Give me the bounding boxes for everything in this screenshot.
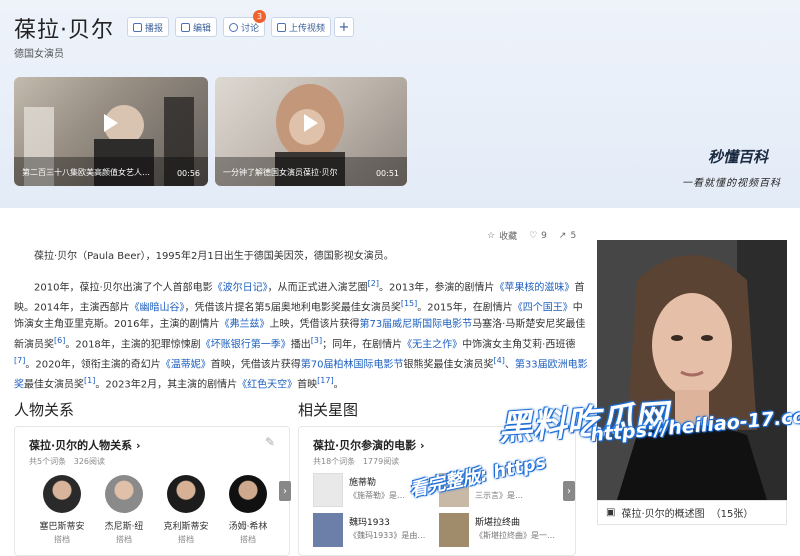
citation[interactable]: [7] (14, 356, 25, 365)
star-icon: ☆ (487, 230, 496, 241)
stars-card-meta: 共18个词条 1779阅读 (313, 457, 400, 466)
film-item[interactable]: 三示言》是… (439, 473, 559, 507)
video-card-2[interactable]: 一分钟了解德国女演员葆拉·贝尔 00:51 (215, 77, 407, 186)
profile-photo[interactable] (597, 240, 787, 500)
link-film[interactable]: 《温蒂妮》 (161, 359, 211, 370)
citation[interactable]: [2] (368, 279, 379, 288)
video-card-1[interactable]: 第二百三十八集欧美高颜值女艺人… 00:56 (14, 77, 208, 186)
avatar (167, 475, 205, 513)
link-film[interactable]: 《苹果核的滋味》 (494, 282, 574, 293)
edit-button[interactable]: 编辑 (175, 17, 218, 37)
person-item[interactable]: 杰尼斯·纽 搭档 (99, 475, 149, 545)
link-series[interactable]: 《坏账银行第一季》 (201, 339, 291, 350)
avatar (105, 475, 143, 513)
play-icon[interactable] (304, 113, 318, 132)
thumbs-up-icon: ♡ (529, 230, 538, 241)
share-icon: ↗ (558, 230, 567, 241)
link-film[interactable]: 《波尔日记》 (213, 282, 268, 293)
page-subtitle: 德国女演员 (14, 49, 64, 60)
relations-card-title[interactable]: 葆拉·贝尔的人物关系 › (29, 437, 141, 453)
person-item[interactable]: 克利斯蒂安 搭档 (161, 475, 211, 545)
stars-card-title[interactable]: 葆拉·贝尔参演的电影 › (313, 437, 425, 453)
stars-card: 葆拉·贝尔参演的电影 › 共18个词条 1779阅读 施蒂勒 《施蒂勒》是… 三… (298, 426, 576, 556)
link-film[interactable]: 《四个国王》 (513, 303, 573, 314)
citation[interactable]: [3] (311, 336, 322, 345)
next-arrow-button[interactable]: › (563, 481, 575, 501)
like-button[interactable]: ♡ 9 (529, 229, 547, 242)
share-button[interactable]: ↗ 5 (559, 229, 576, 242)
relations-card-meta: 共5个词条 326阅读 (29, 457, 106, 466)
film-item[interactable]: 斯堪拉终曲 《斯堪拉终曲》是一… (439, 513, 559, 547)
link-film[interactable]: 《红色天空》 (237, 380, 297, 391)
video-camera-icon (277, 22, 286, 32)
portrait-image (597, 240, 787, 500)
link-film[interactable]: 《无主之作》 (402, 339, 462, 350)
pencil-icon (181, 22, 190, 32)
discuss-count-badge: 3 (253, 10, 267, 23)
next-arrow-button[interactable]: › (279, 481, 291, 501)
relations-section-title: 人物关系 (14, 401, 75, 419)
edit-pencil-icon[interactable]: ✎ (265, 435, 275, 449)
link-film[interactable]: 《弗兰兹》 (219, 319, 269, 330)
film-poster (313, 513, 343, 547)
film-poster (439, 473, 469, 507)
broadcast-button[interactable]: 播报 (127, 17, 170, 37)
speaker-icon (133, 22, 142, 32)
video-duration-1: 00:56 (176, 169, 200, 178)
stars-section-title: 相关星图 (298, 401, 359, 419)
person-item[interactable]: 塞巴斯蒂安 搭档 (37, 475, 87, 545)
play-icon[interactable] (104, 113, 118, 132)
add-button[interactable]: + (334, 17, 354, 37)
intro-paragraph-2: 2010年，葆拉·贝尔出演了个人首部电影《波尔日记》，从而正式进入演艺圈[2]。… (14, 279, 588, 391)
avatar (229, 475, 267, 513)
discuss-button[interactable]: 讨论 3 (223, 10, 267, 37)
collect-button[interactable]: ☆ 收藏 (487, 229, 517, 243)
person-item[interactable]: 汤姆·希林 搭档 (223, 475, 273, 545)
image-gallery-icon: ▣ (606, 507, 616, 518)
film-poster (313, 473, 343, 507)
upload-video-button[interactable]: 上传视频 (271, 17, 332, 37)
film-item[interactable]: 魏玛1933 《魏玛1933》是由… (313, 513, 433, 547)
citation[interactable]: [1] (84, 376, 95, 385)
photo-caption[interactable]: ▣ 葆拉·贝尔的概述图 （15张） (597, 500, 787, 525)
link-film[interactable]: 《幽暗山谷》 (129, 303, 184, 314)
video-caption-1: 第二百三十八集欧美高颜值女艺人… (22, 168, 150, 177)
page-title: 葆拉·贝尔 (14, 18, 114, 43)
citation[interactable]: [15] (401, 299, 417, 308)
film-poster (439, 513, 469, 547)
intro-paragraph-1: 葆拉·贝尔（Paula Beer），1995年2月1日出生于德国美因茨，德国影视… (34, 251, 394, 262)
link-festival[interactable]: 第73届威尼斯国际电影节 (359, 319, 472, 330)
avatar (43, 475, 81, 513)
film-item[interactable]: 施蒂勒 《施蒂勒》是… (313, 473, 433, 507)
link-festival[interactable]: 第70届柏林国际电影节 (301, 359, 404, 370)
brand-slogan: 一看就懂的视频百科 (682, 178, 781, 189)
relations-card: 葆拉·贝尔的人物关系 › ✎ 共5个词条 326阅读 塞巴斯蒂安 搭档 杰尼斯·… (14, 426, 291, 556)
video-duration-2: 00:51 (375, 169, 399, 178)
chat-bubble-icon (229, 22, 238, 32)
citation[interactable]: [17] (317, 376, 333, 385)
brand-logo: 秒懂百科 (708, 148, 769, 166)
citation[interactable]: [4] (494, 356, 505, 365)
action-bar: ☆ 收藏 ♡ 9 ↗ 5 (487, 229, 576, 243)
video-caption-2: 一分钟了解德国女演员葆拉·贝尔 (223, 168, 338, 177)
citation[interactable]: [6] (54, 336, 65, 345)
